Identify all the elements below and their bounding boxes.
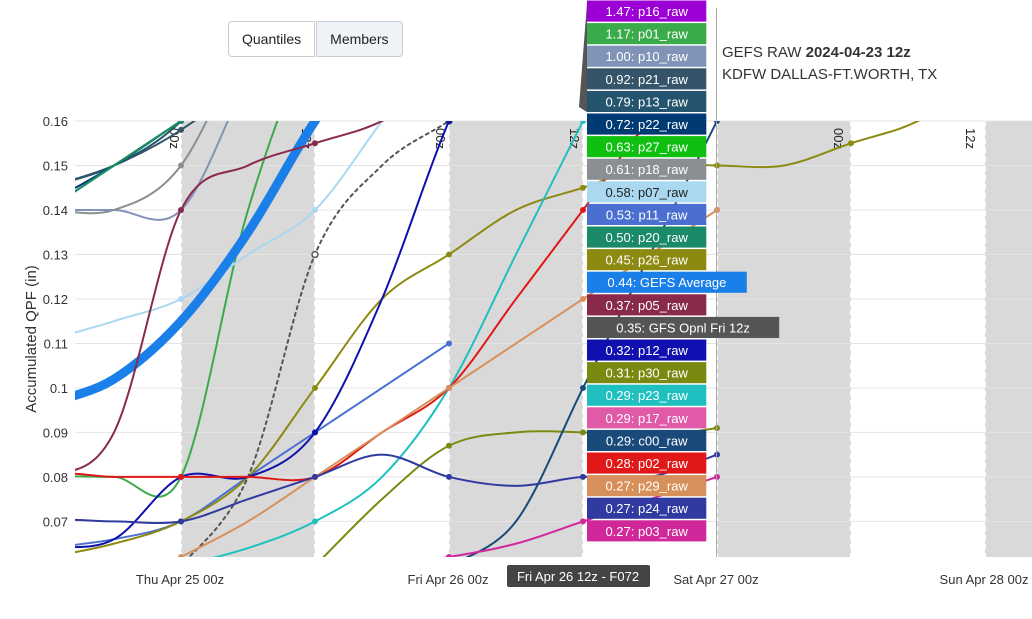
tooltip-entry-label: 0.29: c00_raw [606,433,688,448]
tooltip-entry-label: 0.50: p20_raw [605,230,688,245]
series-point [312,29,318,35]
y-tick-label: 0.14 [43,203,68,218]
night-band [449,121,583,557]
tooltip-entry-label: 0.79: p13_raw [605,94,688,109]
series-point [580,184,586,191]
series-point [178,121,184,124]
series-point [312,29,318,35]
tooltip-entry-label: 0.58: p07_raw [605,185,688,200]
series-point [312,518,318,525]
series-point [178,563,184,569]
qpf-chart: 00z 12z 00z 12z 00z 12z0.070.080.090.10.110.1… [23,0,1032,587]
series-point [446,442,452,449]
y-tick-label: 0.09 [43,425,68,440]
tooltip-entry-label: 0.27: p29_raw [605,479,688,494]
series-point [178,473,184,480]
series-point [580,121,586,124]
tooltip-entry-label: 0.63: p27_raw [605,140,688,155]
y-tick-label: 0.1 [50,381,68,396]
tooltip-entry-label: 0.44: GEFS Average [607,275,726,290]
series-point [178,295,184,302]
series-point [44,554,50,560]
tooltip-entry-label: 0.31: p30_raw [605,366,688,381]
x-tick-label: Sun Apr 28 00z [940,572,1029,587]
x-tick-label: Thu Apr 25 00z [136,572,224,587]
series-point [44,185,50,191]
series-point [312,384,318,391]
series-point [580,295,586,302]
series-point [44,185,50,191]
series-point [446,29,452,35]
series-point [446,74,452,80]
tooltip-entry-label: 0.27: p03_raw [605,524,688,539]
x-tick-label: Sat Apr 27 00z [673,572,758,587]
tooltip-entry-label: 0.37: p05_raw [605,298,688,313]
tooltip-entry-label: 0.45: p26_raw [605,253,688,268]
series-point [446,563,452,569]
series-point [44,545,50,551]
hover-time-label: Fri Apr 26 12z - F072 [517,569,639,584]
y-tick-label: 0.15 [43,158,68,173]
night-band [717,121,851,557]
series-point [580,384,586,391]
series-point [178,206,184,213]
series-point [848,140,854,147]
y-tick-label: 0.16 [43,114,68,129]
tooltip-entry-label: 1.00: p10_raw [605,49,688,64]
series-point [312,29,318,35]
series-point [178,126,184,133]
tooltip-pointer [579,3,587,112]
series-point [446,340,452,347]
x-tick-label: Fri Apr 26 00z [408,572,489,587]
series-point [580,518,586,525]
tooltip-entry-label: 0.35: GFS Opnl Fri 12z [616,320,750,335]
tooltip-entry-label: 0.32: p12_raw [605,343,688,358]
series-point [580,473,586,480]
series-point [446,121,452,124]
night-band [985,121,1032,557]
series-point [178,563,184,569]
series-point [580,206,586,213]
series-point [44,545,50,551]
series-point [312,206,318,213]
series-point [446,384,452,391]
tooltip-entry-label: 1.47: p16_raw [605,4,688,19]
series-point [311,250,319,259]
y-tick-label: 0.11 [44,336,68,351]
y-tick-label: 0.08 [43,470,68,485]
series-point [312,29,318,35]
band-hour-label: 12z [963,128,978,149]
tooltip-entry-label: 0.53: p11_raw [606,207,688,222]
series-point [178,554,184,557]
y-tick-label: 0.12 [43,292,68,307]
series-point [178,162,184,169]
y-tick-label: 0.07 [43,514,68,529]
series-point [178,518,184,525]
tooltip-entry-label: 0.72: p22_raw [605,117,688,132]
series-point [446,251,452,258]
tooltip-entry-label: 0.29: p23_raw [605,388,688,403]
series-point [446,473,452,480]
series-point [580,429,586,436]
series-point [312,140,318,147]
series-point [312,473,318,480]
series-point [982,74,988,80]
tooltip-entry-label: 0.27: p24_raw [605,501,688,516]
series-point [312,429,318,436]
tooltip-entry-label: 1.17: p01_raw [605,27,688,42]
series-point [312,563,318,569]
y-tick-label: 0.13 [43,247,68,262]
tooltip-entry-label: 0.61: p18_raw [605,162,688,177]
tooltip-entry-label: 0.28: p02_raw [605,456,688,471]
tooltip-entry-label: 0.92: p21_raw [605,72,688,87]
y-axis-title: Accumulated QPF (in) [23,265,40,413]
series-point [446,554,452,557]
tooltip-entry-label: 0.29: p17_raw [605,411,688,426]
